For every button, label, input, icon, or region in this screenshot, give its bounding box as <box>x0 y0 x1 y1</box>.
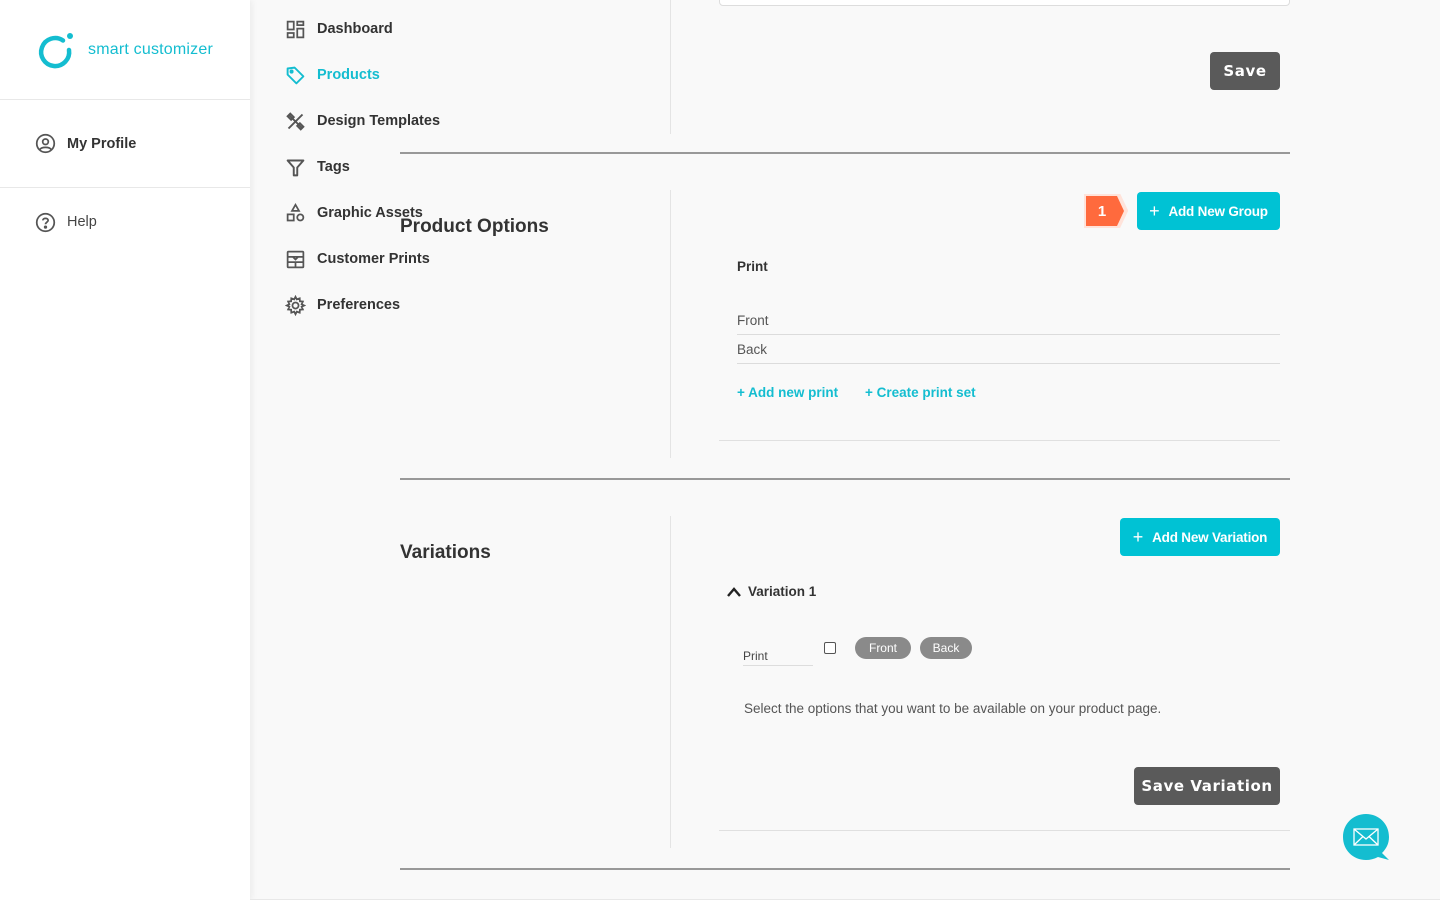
sidebar-item-graphic-assets[interactable]: Graphic Assets <box>250 190 1440 236</box>
shapes-icon <box>284 202 306 224</box>
brand-logo[interactable]: smart customizer <box>0 0 250 100</box>
profile-group: My Profile <box>0 100 250 188</box>
sidebar-item-label: Tags <box>317 159 350 175</box>
help-group: Help <box>0 188 250 245</box>
sidebar-item-dashboard[interactable]: Dashboard <box>250 6 1440 52</box>
tag-icon <box>284 64 306 86</box>
sidebar-item-design-templates[interactable]: Design Templates <box>250 98 1440 144</box>
sidebar-item-label: My Profile <box>67 135 137 152</box>
sidebar-item-my-profile[interactable]: My Profile <box>0 121 250 167</box>
main-nav: Dashboard Products Design Templates Tags… <box>250 0 1440 900</box>
dashboard-grid-icon <box>284 18 306 40</box>
question-circle-icon <box>34 211 56 233</box>
sidebar-item-help[interactable]: Help <box>0 199 250 245</box>
filter-icon <box>284 156 306 178</box>
chat-button[interactable] <box>1342 813 1390 863</box>
sidebar-item-label: Design Templates <box>317 113 441 129</box>
sidebar-item-label: Help <box>67 214 97 230</box>
sidebar-item-label: Preferences <box>317 297 401 313</box>
brand-name: smart customizer <box>88 40 213 58</box>
brand-ring-logo-icon <box>38 32 73 68</box>
sidebar-item-label: Customer Prints <box>317 251 430 267</box>
sidebar-item-products[interactable]: Products <box>250 52 1440 98</box>
sidebar-item-label: Products <box>317 67 380 83</box>
sidebar-item-label: Graphic Assets <box>317 205 423 221</box>
gear-icon <box>284 294 306 316</box>
design-tools-icon <box>284 110 306 132</box>
sidebar-item-customer-prints[interactable]: Customer Prints <box>250 236 1440 282</box>
sidebar-item-tags[interactable]: Tags <box>250 144 1440 190</box>
envelope-chat-icon <box>1343 814 1389 860</box>
user-circle-icon <box>34 133 56 155</box>
prints-icon <box>284 248 306 270</box>
sidebar-item-preferences[interactable]: Preferences <box>250 282 1440 328</box>
sidebar-item-label: Dashboard <box>317 21 393 37</box>
sidebar: smart customizer My Profile Dashboard Pr… <box>0 0 1440 900</box>
